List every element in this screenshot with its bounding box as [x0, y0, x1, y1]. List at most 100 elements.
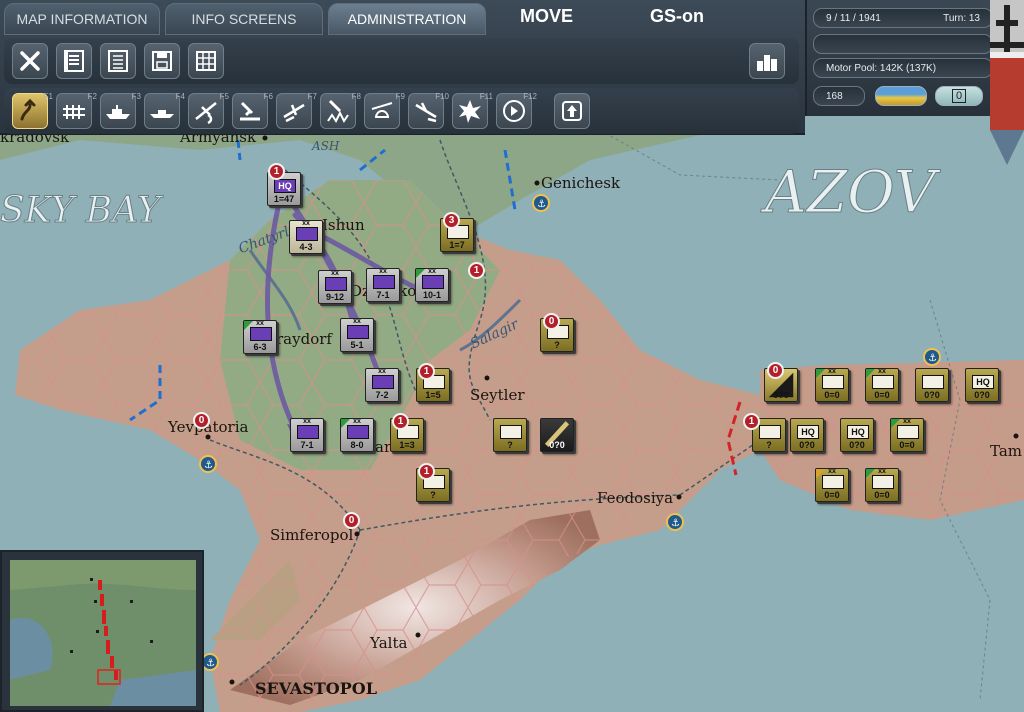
weather-indicator [875, 86, 927, 106]
rail-mode-button[interactable]: F2 [56, 92, 97, 129]
naval-icon [150, 110, 174, 118]
unit-soviet-hq[interactable]: HQ 0?0 [965, 368, 999, 402]
unit-badge: 1 [392, 413, 409, 430]
german-flag-icon [990, 0, 1024, 165]
air-strike-button[interactable]: F7 [276, 92, 317, 129]
top-toolbar: MAP INFORMATION INFO SCREENS ADMINISTRAT… [0, 0, 805, 135]
unit-badge: 1 [418, 463, 435, 480]
paradrop-icon [371, 102, 393, 118]
upload-button[interactable] [554, 93, 590, 129]
air-strike-icon [283, 103, 305, 123]
stats-button[interactable] [749, 43, 785, 79]
unit-soviet-hq[interactable]: HQ 0?0 [790, 418, 824, 452]
artillery-button[interactable]: F6 [232, 92, 273, 129]
air-transport-icon [195, 102, 217, 125]
unit-soviet[interactable]: xx 0=0 [865, 368, 899, 402]
bar-chart-icon [757, 55, 777, 71]
city-genichesk: Genichesk [541, 174, 621, 192]
city-sevastopol: SEVASTOPOL [255, 679, 377, 698]
bombard-icon [327, 99, 349, 123]
unit-soviet[interactable]: 0?0 [540, 418, 574, 452]
paradrop-button[interactable]: F9 [364, 92, 405, 129]
unit-badge: 1 [418, 363, 435, 380]
unit-badge: 1 [468, 262, 485, 279]
minimap-view[interactable] [10, 560, 196, 706]
naval-mode-button[interactable]: F4 [144, 92, 185, 129]
water-label-sky-bay: SKY BAY [0, 190, 164, 231]
save-icon [152, 51, 172, 71]
unit-badge: 0 [543, 313, 560, 330]
unit-axis[interactable]: xx 8-0 [340, 418, 374, 452]
svg-text:⚓: ⚓ [537, 199, 546, 210]
unit-axis[interactable]: xx 6-3 [243, 320, 277, 354]
unit-axis[interactable]: xx 9-12 [318, 270, 352, 304]
unit-axis[interactable]: xx 7-1 [366, 268, 400, 302]
unit-axis[interactable]: xx 4-3 [289, 220, 323, 254]
move-mode-button[interactable]: F1 [12, 92, 53, 129]
unit-badge: 3 [443, 212, 460, 229]
next-icon [503, 100, 525, 122]
close-button[interactable] [12, 43, 48, 79]
explosion-button[interactable]: F11 [452, 92, 493, 129]
motor-pool-text: Motor Pool: 142K (137K) [826, 62, 937, 74]
unit-axis[interactable]: xx 7-1 [290, 418, 324, 452]
unit-list-icon [64, 50, 84, 72]
toolbar-top-row [4, 38, 799, 84]
tab-map-information[interactable]: MAP INFORMATION [4, 3, 160, 35]
unit-badge: 1 [743, 413, 760, 430]
artillery-icon [240, 101, 260, 121]
indicator-button[interactable]: 0 [935, 86, 983, 106]
city-yalta: Yalta [369, 634, 408, 652]
unit-axis[interactable]: xx 7-2 [365, 368, 399, 402]
unit-soviet[interactable]: xx 0=0 [815, 368, 849, 402]
list-button[interactable] [100, 43, 136, 79]
turn-text: Turn: 13 [943, 12, 980, 24]
interdict-button[interactable]: F10 [408, 92, 449, 129]
svg-text:⚓: ⚓ [671, 518, 680, 529]
ship-icon [106, 105, 130, 119]
unit-badge: 0 [343, 512, 360, 529]
date-text: 9 / 11 / 1941 [826, 12, 881, 24]
unit-soviet-hq[interactable]: HQ 0?0 [840, 418, 874, 452]
river-label-ash: ASH [311, 139, 340, 153]
svg-text:⚓: ⚓ [206, 658, 215, 669]
counter-field: 168 [813, 86, 865, 106]
unit-soviet[interactable]: ? [493, 418, 527, 452]
unit-soviet[interactable]: xx 0=0 [865, 468, 899, 502]
minimap[interactable] [0, 550, 204, 712]
mode-label: MOVE [520, 6, 574, 26]
svg-text:⚓: ⚓ [928, 353, 937, 364]
toolbar-bottom-row: F1 F2 F3 F4 F5 F6 F7 F8 F9 F10 F11 F12 [4, 88, 799, 134]
explosion-icon [459, 100, 481, 123]
bombard-button[interactable]: F8 [320, 92, 361, 129]
city-ishun: Ishun [322, 216, 365, 234]
unit-badge: 0 [193, 412, 210, 429]
ship-mode-button[interactable]: F3 [100, 92, 141, 129]
tab-info-screens[interactable]: INFO SCREENS [165, 3, 323, 35]
unit-axis[interactable]: xx 10-1 [415, 268, 449, 302]
gs-label: GS-on [650, 6, 704, 26]
unit-soviet[interactable]: xx 0=0 [890, 418, 924, 452]
save-button[interactable] [144, 43, 180, 79]
svg-text:⚓: ⚓ [204, 460, 213, 471]
move-icon [20, 98, 36, 121]
indicator-value: 0 [951, 89, 967, 103]
motor-pool-field: Motor Pool: 142K (137K) [813, 58, 993, 78]
unit-list-button[interactable] [56, 43, 92, 79]
unit-soviet[interactable]: 0?0 [915, 368, 949, 402]
arrow-up-icon [562, 101, 582, 121]
next-button[interactable]: F12 [496, 92, 537, 129]
unit-strength: 1=47 [273, 194, 295, 204]
water-label-azov: AZOV [760, 158, 941, 226]
unit-soviet[interactable]: xx 0=0 [815, 468, 849, 502]
unit-axis[interactable]: xx 5-1 [340, 318, 374, 352]
unit-badge: 1 [268, 163, 285, 180]
list-icon [108, 50, 128, 72]
rail-icon [63, 105, 85, 119]
grid-button[interactable] [188, 43, 224, 79]
tab-administration[interactable]: ADMINISTRATION [328, 3, 486, 35]
city-simferopol: Simferopol [270, 526, 354, 544]
date-turn-field: 9 / 11 / 1941 Turn: 13 [813, 8, 993, 28]
air-transport-button[interactable]: F5 [188, 92, 229, 129]
city-seytler: Seytler [470, 386, 525, 404]
